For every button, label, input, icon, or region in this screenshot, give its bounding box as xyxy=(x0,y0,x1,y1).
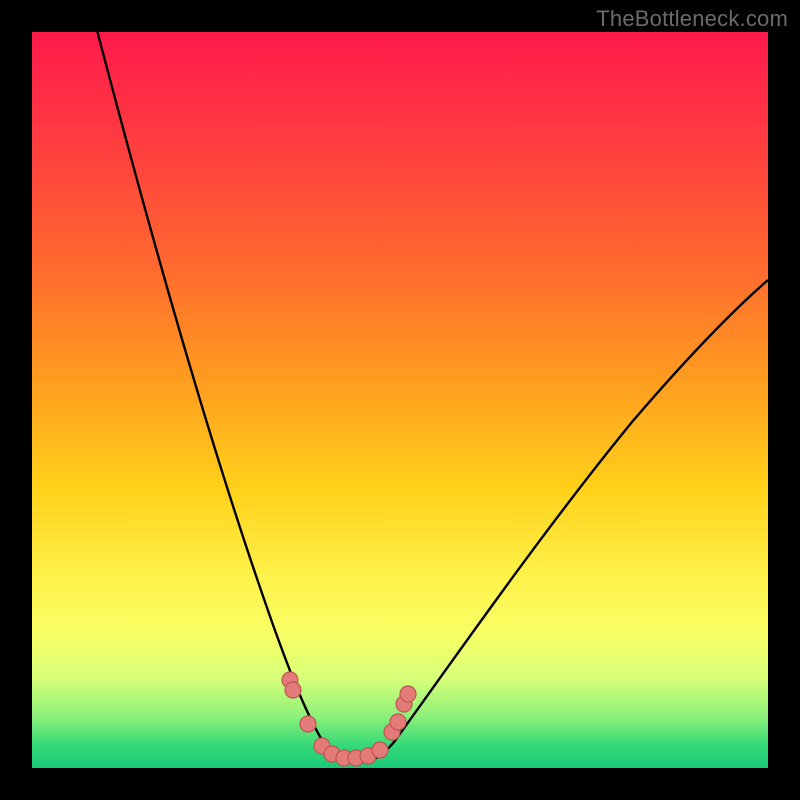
data-marker xyxy=(300,716,316,732)
watermark-text: TheBottleneck.com xyxy=(596,6,788,32)
data-marker xyxy=(400,686,416,702)
marker-group xyxy=(282,672,416,766)
data-marker xyxy=(285,682,301,698)
bottleneck-curve-right xyxy=(364,280,768,762)
data-marker xyxy=(372,742,388,758)
data-marker xyxy=(390,714,406,730)
curve-layer xyxy=(32,32,768,768)
chart-frame: TheBottleneck.com xyxy=(0,0,800,800)
plot-area xyxy=(32,32,768,768)
bottleneck-curve-left xyxy=(87,0,328,750)
